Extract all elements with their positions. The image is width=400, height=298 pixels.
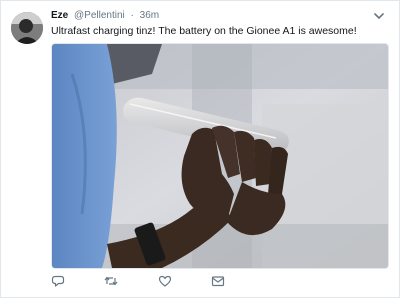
tweet-header: Eze @Pellentini · 36m bbox=[51, 10, 385, 26]
tweet-actions bbox=[51, 274, 251, 290]
avatar-image bbox=[11, 12, 43, 44]
author-handle[interactable]: @Pellentini bbox=[74, 10, 125, 21]
author-name[interactable]: Eze bbox=[51, 10, 68, 21]
tweet-timestamp[interactable]: 36m bbox=[140, 10, 159, 21]
retweet-icon[interactable] bbox=[104, 274, 118, 288]
heart-icon[interactable] bbox=[158, 274, 172, 288]
photo-image bbox=[52, 44, 388, 268]
separator-dot: · bbox=[130, 10, 134, 21]
tweet-text: Ultrafast charging tinz! The battery on … bbox=[51, 25, 357, 37]
avatar[interactable] bbox=[11, 12, 43, 44]
mail-icon[interactable] bbox=[211, 274, 225, 288]
tweet-card[interactable]: Eze @Pellentini · 36m Ultrafast charging… bbox=[0, 0, 400, 298]
reply-icon[interactable] bbox=[51, 274, 65, 288]
chevron-down-icon[interactable] bbox=[373, 10, 385, 22]
tweet-photo[interactable] bbox=[51, 43, 389, 269]
